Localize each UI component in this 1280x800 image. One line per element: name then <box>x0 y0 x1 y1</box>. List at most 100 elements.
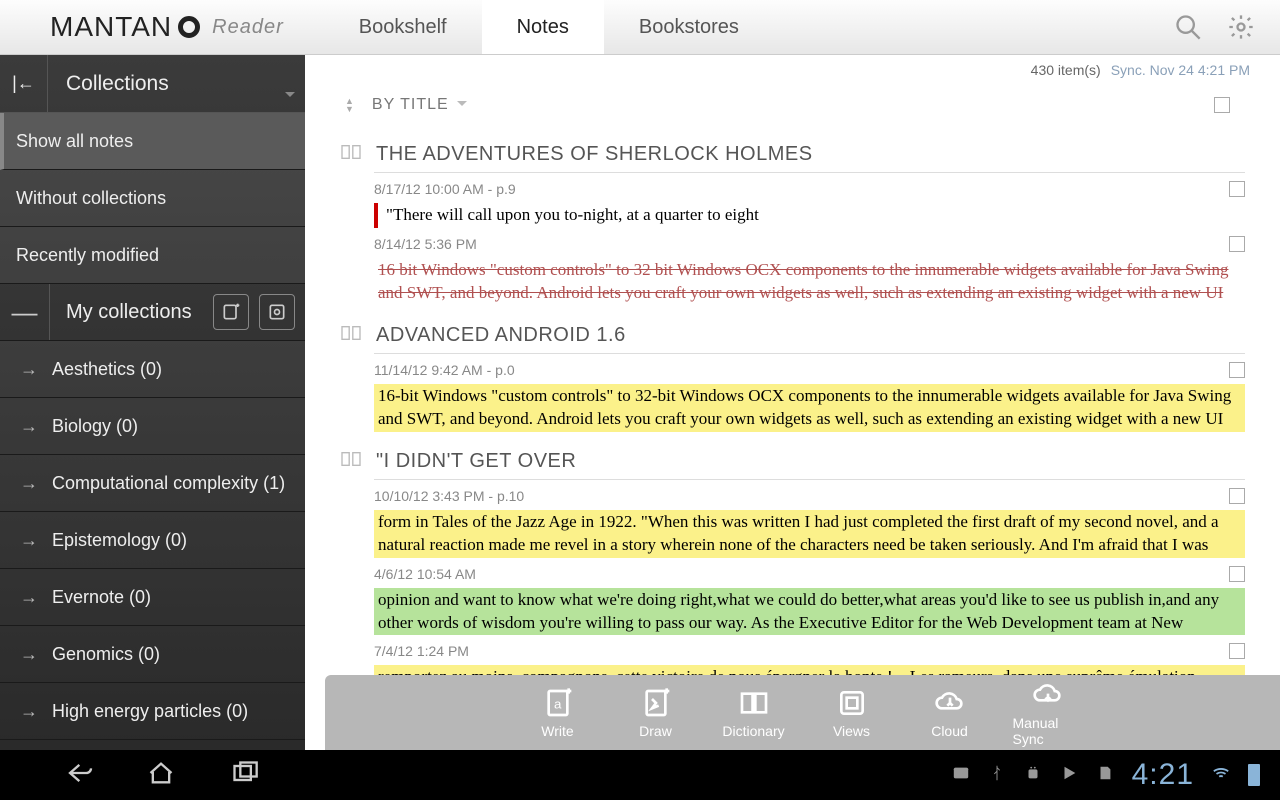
tray-sd-icon[interactable] <box>1096 764 1114 787</box>
tray-usb-icon[interactable] <box>988 764 1006 787</box>
toolbar-label: Views <box>833 723 870 739</box>
bottom-toolbar: aWrite Draw Dictionary Views Cloud Manua… <box>325 675 1280 750</box>
tab-label: Bookshelf <box>359 16 447 39</box>
toolbar-dictionary[interactable]: Dictionary <box>719 687 789 739</box>
note-meta: 10/10/12 3:43 PM - p.10 <box>374 488 1245 504</box>
tab-notes[interactable]: Notes <box>482 0 604 54</box>
recent-apps-icon[interactable] <box>228 759 262 792</box>
home-icon[interactable] <box>144 759 178 792</box>
tray-play-icon[interactable] <box>1060 764 1078 787</box>
item-count: 430 item(s) <box>1031 62 1101 78</box>
header-actions <box>1174 13 1255 41</box>
sort-bar: ▲▼ BY TITLE <box>305 85 1280 125</box>
book-icon <box>340 450 362 473</box>
toolbar-label: Manual Sync <box>1013 715 1083 747</box>
tab-label: Bookstores <box>639 16 739 39</box>
toolbar-draw[interactable]: Draw <box>621 687 691 739</box>
collection-label: Genomics (0) <box>52 644 160 665</box>
arrow-right-icon: → <box>20 701 38 722</box>
arrow-right-icon: → <box>20 416 38 437</box>
search-icon[interactable] <box>1174 13 1202 41</box>
note-body: opinion and want to know what we're doin… <box>374 588 1245 636</box>
note-checkbox[interactable] <box>1229 181 1245 197</box>
tab-label: Notes <box>517 16 569 39</box>
collection-label: High energy particles (0) <box>52 701 248 722</box>
collection-label: Epistemology (0) <box>52 530 187 551</box>
book-header[interactable]: "I DIDN'T GET OVER <box>340 450 1245 473</box>
toolbar-views[interactable]: Views <box>817 687 887 739</box>
sidebar-title[interactable]: Collections <box>48 72 305 96</box>
note-item[interactable]: 10/10/12 3:43 PM - p.10 form in Tales of … <box>374 488 1245 558</box>
note-checkbox[interactable] <box>1229 236 1245 252</box>
note-body: 16 bit Windows "custom controls" to 32 b… <box>374 258 1245 306</box>
sort-by-dropdown[interactable]: BY TITLE <box>372 96 467 114</box>
collection-label: Aesthetics (0) <box>52 359 162 380</box>
tab-bookshelf[interactable]: Bookshelf <box>324 0 482 54</box>
top-tabs: Bookshelf Notes Bookstores <box>324 0 774 54</box>
arrow-right-icon: → <box>20 587 38 608</box>
arrow-right-icon: → <box>20 473 38 494</box>
notes-list[interactable]: THE ADVENTURES OF SHERLOCK HOLMES 8/17/12… <box>305 125 1280 750</box>
sidebar-filter-item[interactable]: Without collections <box>0 170 305 227</box>
note-meta: 4/6/12 10:54 AM <box>374 566 1245 582</box>
collapse-collections-icon[interactable]: — <box>0 284 50 340</box>
svg-text:a: a <box>554 696 562 711</box>
collection-item[interactable]: →Evernote (0) <box>0 569 305 626</box>
toolbar-label: Dictionary <box>722 723 784 739</box>
system-clock: 4:21 <box>1132 758 1194 792</box>
collection-item[interactable]: →Computational complexity (1) <box>0 455 305 512</box>
book-title: THE ADVENTURES OF SHERLOCK HOLMES <box>376 143 1245 166</box>
collection-settings-icon[interactable] <box>259 294 295 330</box>
sort-direction-icon[interactable]: ▲▼ <box>345 97 354 113</box>
book-icon <box>340 324 362 347</box>
note-meta: 11/14/12 9:42 AM - p.0 <box>374 362 1245 378</box>
book-icon <box>340 143 362 166</box>
note-item[interactable]: 8/14/12 5:36 PM16 bit Windows "custom co… <box>374 236 1245 306</box>
book-header[interactable]: THE ADVENTURES OF SHERLOCK HOLMES <box>340 143 1245 166</box>
system-tray: 4:21 <box>952 758 1260 792</box>
back-icon[interactable] <box>60 759 94 792</box>
note-meta: 7/4/12 1:24 PM <box>374 643 1245 659</box>
my-collections-label: My collections <box>50 301 213 324</box>
collection-item[interactable]: → Genomics (0) <box>0 626 305 683</box>
tray-mail-icon[interactable] <box>952 764 970 787</box>
book-title: "I DIDN'T GET OVER <box>376 450 1245 473</box>
collection-item[interactable]: → Epistemology (0) <box>0 512 305 569</box>
note-item[interactable]: 4/6/12 10:54 AM opinion and want to know … <box>374 566 1245 636</box>
toolbar-write[interactable]: aWrite <box>523 687 593 739</box>
note-checkbox[interactable] <box>1229 488 1245 504</box>
collection-item[interactable]: →Aesthetics (0) <box>0 341 305 398</box>
note-meta: 8/17/12 10:00 AM - p.9 <box>374 181 1245 197</box>
arrow-right-icon: → <box>20 530 38 551</box>
note-body: form in Tales of the Jazz Age in 1922. "… <box>374 510 1245 558</box>
my-collections-header[interactable]: — My collections <box>0 284 305 341</box>
select-all-checkbox[interactable] <box>1214 97 1230 113</box>
add-collection-icon[interactable] <box>213 294 249 330</box>
note-item[interactable]: 8/17/12 10:00 AM - p.9 "There will call u… <box>374 181 1245 228</box>
tab-bookstores[interactable]: Bookstores <box>604 0 774 54</box>
sidebar: |← Collections Show all notesWithout col… <box>0 55 305 750</box>
main-content: 430 item(s) Sync. Nov 24 4:21 PM ▲▼ BY T… <box>305 55 1280 750</box>
brand-text: MANTAN <box>50 11 172 43</box>
collection-item[interactable]: → High energy particles (0) <box>0 683 305 740</box>
sync-status[interactable]: Sync. Nov 24 4:21 PM <box>1111 62 1250 78</box>
collapse-sidebar-icon[interactable]: |← <box>0 55 48 112</box>
note-item[interactable]: 11/14/12 9:42 AM - p.0 16-bit Windows "cu… <box>374 362 1245 432</box>
note-body: "There will call upon you to-night, at a… <box>374 203 1245 228</box>
note-checkbox[interactable] <box>1229 362 1245 378</box>
note-checkbox[interactable] <box>1229 566 1245 582</box>
tray-android-icon[interactable] <box>1024 764 1042 787</box>
toolbar-manual-sync[interactable]: Manual Sync <box>1013 679 1083 747</box>
collection-item[interactable]: → Biology (0) <box>0 398 305 455</box>
system-nav <box>60 759 262 792</box>
arrow-right-icon: → <box>20 644 38 665</box>
book-header[interactable]: ADVANCED ANDROID 1.6 <box>340 324 1245 347</box>
gear-icon[interactable] <box>1227 13 1255 41</box>
collection-label: Biology (0) <box>52 416 138 437</box>
sidebar-filter-item[interactable]: Show all notes <box>0 113 305 170</box>
sidebar-filter-item[interactable]: Recently modified <box>0 227 305 284</box>
note-body: 16-bit Windows "custom controls" to 32-b… <box>374 384 1245 432</box>
toolbar-cloud[interactable]: Cloud <box>915 687 985 739</box>
note-checkbox[interactable] <box>1229 643 1245 659</box>
brand-sub: Reader <box>212 16 284 39</box>
